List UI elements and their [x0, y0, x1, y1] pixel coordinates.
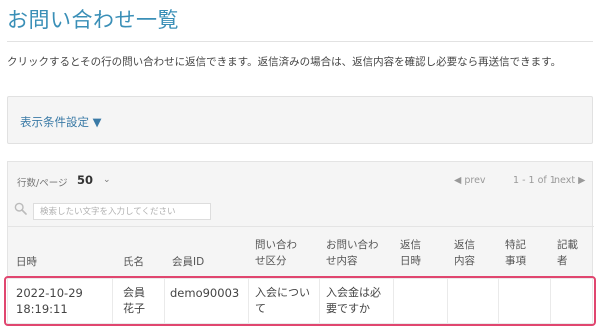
rows-per-page-label: 行数/ページ — [17, 178, 68, 189]
pager-bar: 行数/ページ 50 ⌄ ◀ prev 1 - 1 of 1 next ▶ — [8, 162, 594, 196]
page-title: お問い合わせ一覧 — [7, 8, 179, 32]
header-datetime[interactable]: 日時 — [16, 254, 37, 270]
cell-divider — [393, 279, 394, 323]
header-reply-content[interactable]: 返信 内容 — [454, 237, 475, 269]
cell-member-id: demo90003 — [170, 286, 240, 300]
cell-divider — [550, 279, 551, 323]
page-description: クリックするとその行の問い合わせに返信できます。返信済みの場合は、返信内容を確認… — [7, 56, 562, 68]
prev-page-button[interactable]: ◀ prev — [454, 175, 486, 186]
cell-divider — [319, 279, 320, 323]
page-info: 1 - 1 of 1 — [513, 175, 556, 186]
chevron-down-icon[interactable]: ⌄ — [103, 175, 111, 185]
cell-divider — [112, 279, 113, 323]
header-category[interactable]: 問い合わ せ区分 — [255, 237, 297, 269]
cell-divider — [248, 279, 249, 323]
title-divider — [7, 41, 593, 42]
search-input[interactable] — [33, 203, 211, 220]
cell-content: 入会金は必 要ですか — [326, 286, 381, 315]
cell-name: 会員 花子 — [123, 286, 145, 315]
prev-page-label: prev — [464, 175, 486, 186]
cell-divider — [164, 279, 165, 323]
cell-datetime: 2022-10-29 18:19:11 — [16, 286, 83, 316]
header-notes[interactable]: 特記 事項 — [505, 237, 526, 269]
header-content[interactable]: お問い合わ せ内容 — [326, 237, 379, 269]
next-page-label: next — [554, 175, 576, 186]
table-row[interactable]: 2022-10-29 18:19:11 会員 花子 demo90003 入会につ… — [7, 278, 593, 324]
table-header-row: 日時 氏名 会員ID 問い合わ せ区分 お問い合わ せ内容 返信 日時 返信 内… — [8, 226, 594, 282]
search-icon — [14, 202, 27, 215]
filter-settings-toggle[interactable]: 表示条件設定 ▼ — [20, 114, 102, 130]
filter-panel: 表示条件設定 ▼ — [7, 96, 593, 144]
header-member-id[interactable]: 会員ID — [172, 254, 204, 270]
caret-left-icon: ◀ — [454, 175, 462, 186]
caret-right-icon: ▶ — [578, 175, 586, 186]
cell-category: 入会につい て — [255, 286, 310, 315]
cell-divider — [447, 279, 448, 323]
rows-per-page-select[interactable]: 50 — [77, 173, 93, 187]
header-name[interactable]: 氏名 — [123, 254, 144, 270]
cell-divider — [498, 279, 499, 323]
header-reply-datetime[interactable]: 返信 日時 — [400, 237, 421, 269]
inquiry-table-panel: 行数/ページ 50 ⌄ ◀ prev 1 - 1 of 1 next ▶ 日時 … — [7, 161, 594, 282]
header-author[interactable]: 記載 者 — [557, 237, 578, 269]
next-page-button[interactable]: next ▶ — [554, 175, 585, 186]
